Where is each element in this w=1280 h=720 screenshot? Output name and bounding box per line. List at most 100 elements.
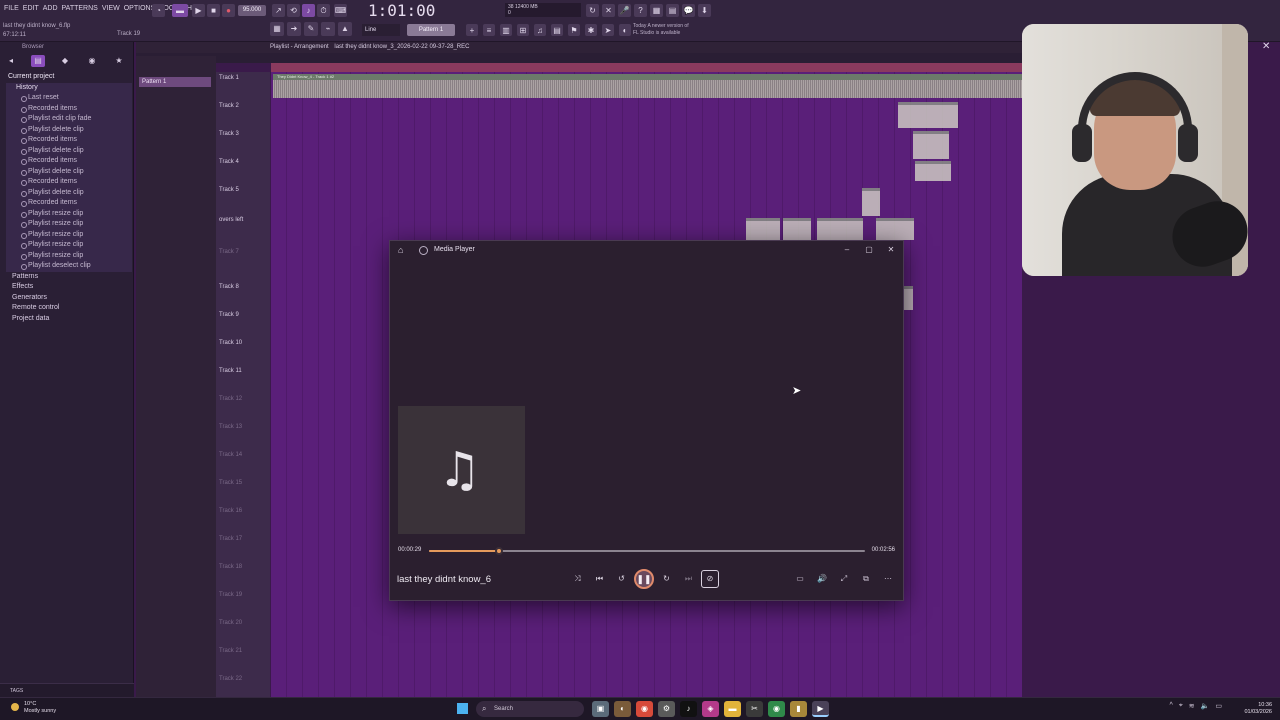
menu-view[interactable]: VIEW <box>102 5 120 12</box>
seek-bar[interactable] <box>429 547 865 555</box>
history-item[interactable]: Playlist deselect clip <box>6 261 91 272</box>
task-view-icon[interactable]: ▣ <box>592 701 609 717</box>
location-icon[interactable]: ⌖ <box>1179 702 1183 710</box>
history-item[interactable]: Recorded items <box>6 177 91 188</box>
history-item[interactable]: Playlist edit clip fade <box>6 114 91 125</box>
record-icon[interactable]: ● <box>222 4 235 17</box>
settings-icon[interactable]: ⚙ <box>658 701 675 717</box>
pointer-tool-icon[interactable]: ▦ <box>270 22 284 36</box>
audio-clip[interactable] <box>746 218 780 240</box>
menu-file[interactable]: FILE <box>4 5 19 12</box>
channel-rack-icon[interactable]: ▥ <box>500 24 512 36</box>
stamp-tool-icon[interactable]: ▲ <box>338 22 352 36</box>
fl-studio-icon[interactable]: ◐ <box>614 701 631 717</box>
history-item[interactable]: Recorded items <box>6 135 91 146</box>
chevron-up-icon[interactable]: ^ <box>1170 702 1173 710</box>
rewind-10-icon[interactable]: ↺ <box>612 569 631 589</box>
audio-clip[interactable] <box>913 131 949 159</box>
track-header[interactable]: Track 17 <box>219 536 242 542</box>
tree-section-project-data[interactable]: Project data <box>6 314 91 325</box>
close-icon[interactable]: ✕ <box>1262 41 1270 52</box>
history-item[interactable]: Playlist resize clip <box>6 219 91 230</box>
history-item[interactable]: Last reset <box>6 93 91 104</box>
forward-30-icon[interactable]: ↻ <box>657 569 676 589</box>
history-item[interactable]: Playlist delete clip <box>6 188 91 199</box>
weather-widget[interactable]: 10°C Mostly sunny <box>24 701 56 715</box>
track-header[interactable]: Track 16 <box>219 508 242 514</box>
track-header[interactable]: Track 20 <box>219 620 242 626</box>
media-player-taskbar-icon[interactable]: ▶ <box>812 701 829 717</box>
tiktok-icon[interactable]: ♪ <box>680 701 697 717</box>
tree-section-patterns[interactable]: Patterns <box>6 272 91 283</box>
tools-menu-icon[interactable]: ✱ <box>585 24 597 36</box>
history-item[interactable]: Playlist resize clip <box>6 230 91 241</box>
favorites-tab-icon[interactable]: ★ <box>112 55 126 67</box>
chrome-icon[interactable]: ◉ <box>636 701 653 717</box>
step-icon[interactable]: ↗ <box>272 4 285 17</box>
track-header[interactable]: Track 1 <box>219 75 239 81</box>
track-header[interactable]: Track 22 <box>219 676 242 682</box>
blend-icon[interactable]: ♪ <box>302 4 315 17</box>
typing-keyboard-icon[interactable]: ⌨ <box>334 4 347 17</box>
mixer-icon[interactable]: ▤ <box>666 4 679 17</box>
brush-tool-icon[interactable]: ⌁ <box>321 22 335 36</box>
history-item[interactable]: Playlist resize clip <box>6 209 91 220</box>
volume-icon[interactable]: 🔈 <box>1201 702 1210 710</box>
help-icon[interactable]: ? <box>634 4 647 17</box>
tree-current-project[interactable]: Current project <box>6 72 91 83</box>
track-header[interactable]: Track 19 <box>219 592 242 598</box>
tree-section-remote-control[interactable]: Remote control <box>6 303 91 314</box>
menu-add[interactable]: ADD <box>43 5 58 12</box>
wifi-icon[interactable]: ≋ <box>1189 702 1195 710</box>
menu-edit[interactable]: EDIT <box>23 5 39 12</box>
tempo-display[interactable]: 95.000 <box>238 5 266 16</box>
home-icon[interactable]: ⌂ <box>398 241 403 259</box>
menu-patterns[interactable]: PATTERNS <box>62 5 98 12</box>
history-item[interactable]: Recorded items <box>6 104 91 115</box>
history-item[interactable]: Playlist delete clip <box>6 167 91 178</box>
timeline-ruler[interactable] <box>271 63 1022 72</box>
windows-start-icon[interactable] <box>457 703 468 714</box>
fl-logo-icon[interactable]: ◐ <box>619 24 631 36</box>
track-header[interactable]: Track 21 <box>219 648 242 654</box>
send-icon[interactable]: ➤ <box>602 24 614 36</box>
fullscreen-icon[interactable]: ⤢ <box>835 569 853 589</box>
add-pattern-icon[interactable]: + <box>466 24 478 36</box>
back-icon[interactable]: ◂ <box>4 55 18 67</box>
browser-icon[interactable]: ▤ <box>551 24 563 36</box>
seek-bar-thumb[interactable] <box>494 547 503 555</box>
samples-tab-icon[interactable]: ◉ <box>85 55 99 67</box>
menu-options[interactable]: OPTIONS <box>124 5 156 12</box>
history-item[interactable]: Recorded items <box>6 156 91 167</box>
track-header[interactable]: Track 3 <box>219 131 239 137</box>
pattern-song-toggle[interactable]: ▬ <box>172 4 188 17</box>
chrome-profile-icon[interactable]: ◉ <box>768 701 785 717</box>
pattern-item[interactable]: Pattern 1 <box>139 77 211 87</box>
track-header[interactable]: Track 13 <box>219 424 242 430</box>
mixer-window-icon[interactable]: ⊞ <box>517 24 529 36</box>
current-project-tab-icon[interactable]: ▤ <box>31 55 45 67</box>
tags-bar[interactable]: TAGS <box>0 683 134 697</box>
capcut-icon[interactable]: ✂ <box>746 701 763 717</box>
minimize-icon[interactable]: – <box>839 241 855 259</box>
clock[interactable]: 10:36 01/03/2026 <box>1244 702 1272 716</box>
arrow-tool-icon[interactable]: ➜ <box>287 22 301 36</box>
audio-clip[interactable] <box>898 102 958 128</box>
metronome-icon[interactable]: ◔ <box>152 4 165 17</box>
previous-icon[interactable]: ⏮ <box>590 569 609 589</box>
pause-button[interactable]: ❚❚ <box>634 569 654 589</box>
track-header[interactable]: Track 18 <box>219 564 242 570</box>
download-icon[interactable]: ⬇ <box>698 4 711 17</box>
audio-clip[interactable] <box>903 286 913 310</box>
track-header[interactable]: Track 10 <box>219 340 242 346</box>
audio-clip[interactable] <box>876 218 914 240</box>
history-item[interactable]: Recorded items <box>6 198 91 209</box>
piano-roll-icon[interactable]: ♫ <box>534 24 546 36</box>
audio-clip[interactable] <box>862 188 880 216</box>
volume-icon[interactable]: 🔊 <box>813 569 831 589</box>
track-header[interactable]: Track 15 <box>219 480 242 486</box>
track-header[interactable]: Track 5 <box>219 187 239 193</box>
plugins-tab-icon[interactable]: ◆ <box>58 55 72 67</box>
audio-clip[interactable] <box>783 218 811 240</box>
browser-app-icon[interactable]: ◈ <box>702 701 719 717</box>
